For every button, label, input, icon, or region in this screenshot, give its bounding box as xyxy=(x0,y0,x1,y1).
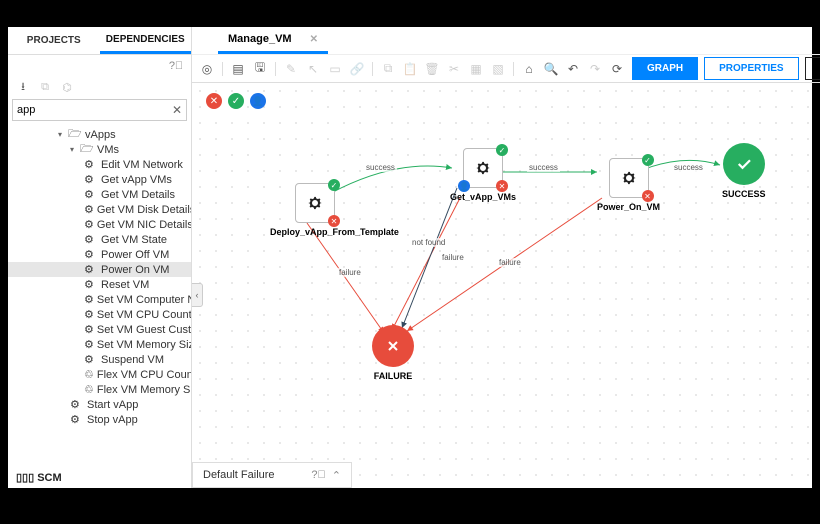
edge-label: failure xyxy=(497,258,523,267)
failure-port-icon[interactable]: ✕ xyxy=(642,190,654,202)
edge-label: not found xyxy=(410,238,447,247)
tab-dependencies[interactable]: DEPENDENCIES xyxy=(100,27,192,54)
failure-port-icon[interactable]: ✕ xyxy=(328,215,340,227)
tree-item[interactable]: ⚙Suspend VM xyxy=(8,352,191,367)
copy-icon[interactable]: ⧉ xyxy=(38,80,52,94)
tree-item-selected[interactable]: ⚙Power On VM xyxy=(8,262,191,277)
node-label: SUCCESS xyxy=(722,189,766,199)
tree-item[interactable]: ⚙Get VM Disk Details xyxy=(8,202,191,217)
tree-item[interactable]: ⚙Power Off VM xyxy=(8,247,191,262)
save-icon[interactable]: 🖫 xyxy=(253,62,267,76)
edge-label: failure xyxy=(337,268,363,277)
tree-item[interactable]: ⚙Get VM State xyxy=(8,232,191,247)
tree-item[interactable]: ♲Flex VM Memory Size xyxy=(8,382,191,397)
failure-port-icon[interactable]: ✕ xyxy=(496,180,508,192)
view-graph[interactable]: GRAPH xyxy=(632,57,698,80)
undo-icon[interactable]: ↶ xyxy=(566,62,580,76)
view-debug[interactable]: DEBUG xyxy=(805,57,820,80)
editor-panel: Manage_VM✕ ◎ ▤ 🖫 ✎ ↖ ▭ 🔗 ⧉ 📋 🗑 xyxy=(192,27,820,488)
note-icon[interactable]: ▭ xyxy=(328,62,342,76)
edge-label: failure xyxy=(440,253,466,262)
scm-indicator[interactable]: ▯▯▯ SCM xyxy=(16,471,62,484)
left-panel: PROJECTS DEPENDENCIES ?⃝ ⭳ ⧉ ⌬ ✕ ▾🗁vApps… xyxy=(8,27,192,488)
tree-item[interactable]: ⚙Get VM Details xyxy=(8,187,191,202)
page-icon[interactable]: ▤ xyxy=(231,62,245,76)
hierarchy-icon[interactable]: ⌬ xyxy=(60,80,74,94)
graph-canvas[interactable]: ‹ ✕ ✓ 👤 xyxy=(192,83,820,488)
node-success[interactable]: SUCCESS xyxy=(722,143,766,199)
user-icon[interactable]: 👤 xyxy=(250,93,266,109)
search-box: ✕ xyxy=(12,99,187,121)
success-port-icon[interactable]: ✓ xyxy=(496,144,508,156)
node-getvms[interactable]: ✓ ✕ 👤 Get_vApp_VMs xyxy=(450,148,516,202)
copy-icon[interactable]: ⧉ xyxy=(381,62,395,76)
group-icon[interactable]: ▦ xyxy=(469,62,483,76)
success-port-icon[interactable]: ✓ xyxy=(328,179,340,191)
cancel-all-icon[interactable]: ✕ xyxy=(206,93,222,109)
tree-folder-vapps[interactable]: ▾🗁vApps xyxy=(8,127,191,142)
help-icon[interactable]: ?⃝ xyxy=(169,59,183,73)
cursor-icon[interactable]: ↖ xyxy=(306,62,320,76)
help-icon[interactable]: ?⃝ xyxy=(311,469,325,481)
download-icon[interactable]: ⭳ xyxy=(16,80,30,94)
node-poweron[interactable]: ✓ ✕ Power_On_VM xyxy=(597,158,660,212)
layout-icon[interactable]: ⌂ xyxy=(522,62,536,76)
file-tab[interactable]: Manage_VM✕ xyxy=(218,27,328,54)
sidebar-tabs: PROJECTS DEPENDENCIES xyxy=(8,27,191,55)
trash-icon[interactable]: 🗑 xyxy=(425,62,439,76)
node-label: Power_On_VM xyxy=(597,202,660,212)
tab-projects[interactable]: PROJECTS xyxy=(8,27,100,54)
node-label: FAILURE xyxy=(374,371,413,381)
gear-icon xyxy=(306,194,324,212)
target-icon[interactable]: ◎ xyxy=(200,62,214,76)
tree-item[interactable]: ⚙Set VM Computer Name xyxy=(8,292,191,307)
tree-folder-vms[interactable]: ▾🗁VMs xyxy=(8,142,191,157)
link-icon[interactable]: 🔗 xyxy=(350,62,364,76)
chevron-up-icon[interactable]: ⌃ xyxy=(332,469,341,482)
gear-icon xyxy=(620,169,638,187)
gear-icon xyxy=(474,159,492,177)
edge-label: success xyxy=(364,163,397,172)
tree-item[interactable]: ⚙Edit VM Network xyxy=(8,157,191,172)
view-properties[interactable]: PROPERTIES xyxy=(704,57,798,80)
node-label: Get_vApp_VMs xyxy=(450,192,516,202)
tree-item[interactable]: ⚙Set VM Memory Size xyxy=(8,337,191,352)
cut-icon[interactable]: ✂ xyxy=(447,62,461,76)
tree-item[interactable]: ⚙Set VM Guest Customizat xyxy=(8,322,191,337)
success-port-icon[interactable]: ✓ xyxy=(642,154,654,166)
collapse-sidebar-handle[interactable]: ‹ xyxy=(192,283,203,307)
tree-item[interactable]: ⚙Get VM NIC Details xyxy=(8,217,191,232)
validate-icon[interactable]: ✓ xyxy=(228,93,244,109)
tree-item[interactable]: ⚙Set VM CPU Count xyxy=(8,307,191,322)
toolbar: ◎ ▤ 🖫 ✎ ↖ ▭ 🔗 ⧉ 📋 🗑 ✂ ▦ ▧ xyxy=(192,55,820,83)
node-failure[interactable]: FAILURE xyxy=(372,325,414,381)
tree-item[interactable]: ⚙Stop vApp xyxy=(8,412,191,427)
zoom-icon[interactable]: 🔍 xyxy=(544,62,558,76)
tree-item[interactable]: ⚙Start vApp xyxy=(8,397,191,412)
tree-item[interactable]: ♲Flex VM CPU Count xyxy=(8,367,191,382)
redo-icon[interactable]: ↷ xyxy=(588,62,602,76)
check-icon xyxy=(735,155,753,173)
user-port-icon[interactable]: 👤 xyxy=(458,180,470,192)
node-deploy[interactable]: ⚑ ✓ ✕ Deploy_vApp_From_Template xyxy=(270,183,360,237)
bottom-panel[interactable]: Default Failure ?⃝⌃ xyxy=(192,462,352,488)
edge-label: success xyxy=(527,163,560,172)
refresh-icon[interactable]: ⟳ xyxy=(610,62,624,76)
node-label: Deploy_vApp_From_Template xyxy=(270,227,360,237)
clear-search-icon[interactable]: ✕ xyxy=(172,103,182,117)
paste-icon[interactable]: 📋 xyxy=(403,62,417,76)
dependency-tree: ▾🗁vApps ▾🗁VMs ⚙Edit VM Network ⚙Get vApp… xyxy=(8,123,191,488)
close-tab-icon[interactable]: ✕ xyxy=(310,34,318,45)
ungroup-icon[interactable]: ▧ xyxy=(491,62,505,76)
x-icon xyxy=(385,338,401,354)
edge-label: success xyxy=(672,163,705,172)
edit-icon[interactable]: ✎ xyxy=(284,62,298,76)
tree-item[interactable]: ⚙Reset VM xyxy=(8,277,191,292)
tree-item[interactable]: ⚙Get vApp VMs xyxy=(8,172,191,187)
search-input[interactable] xyxy=(17,104,172,116)
